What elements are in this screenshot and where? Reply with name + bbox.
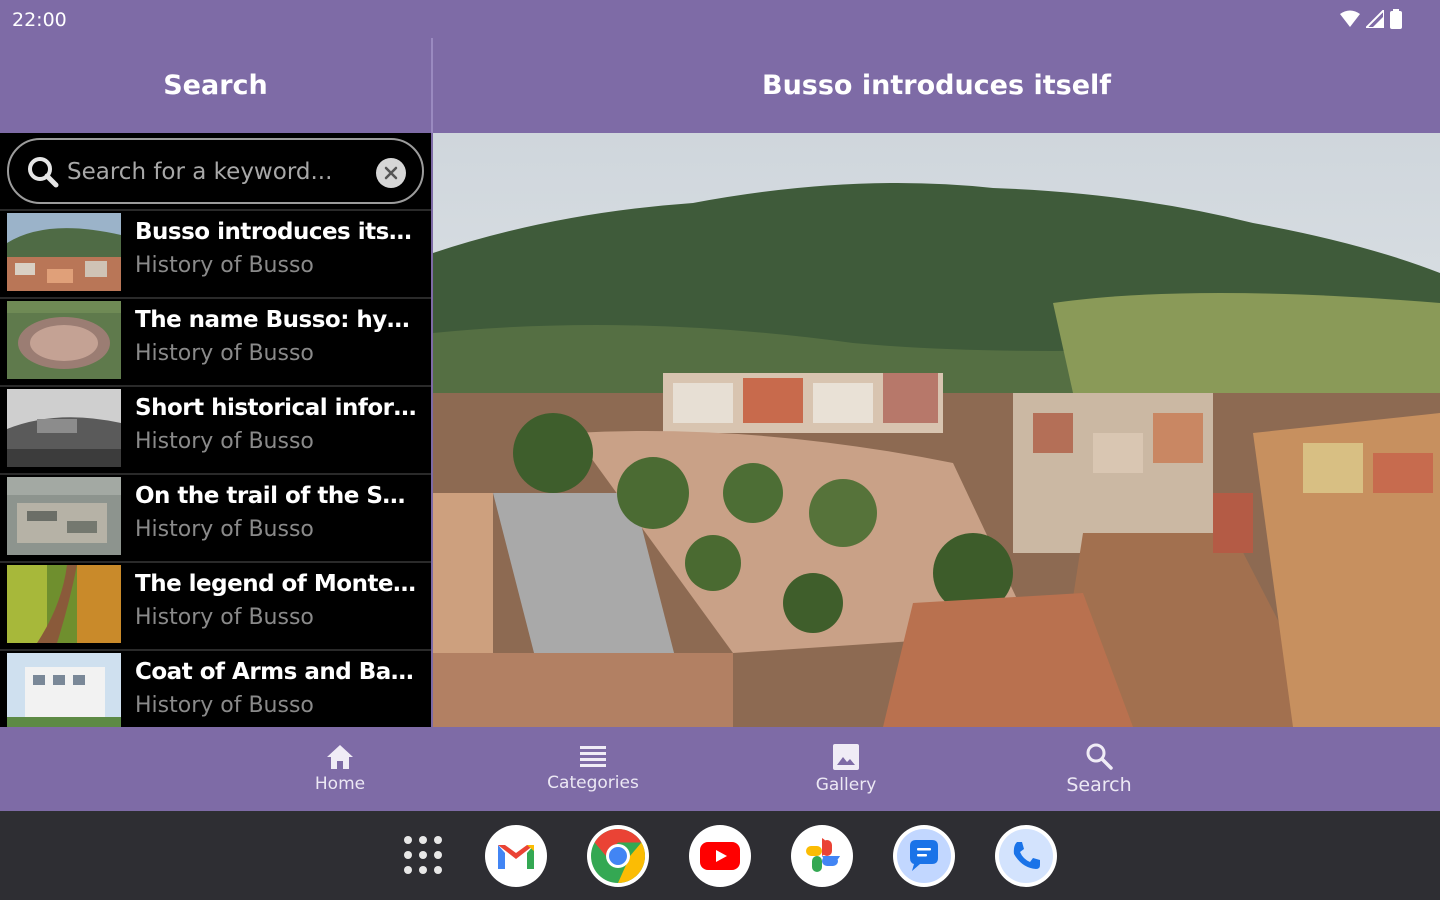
- detail-header: Busso introduces itself: [433, 38, 1440, 133]
- app-drawer-icon: [404, 836, 442, 874]
- item-subtitle: History of Busso: [135, 605, 314, 630]
- status-icons: [1340, 9, 1402, 29]
- clear-search-button[interactable]: [376, 158, 406, 188]
- item-title: On the trail of the Samni...: [135, 483, 420, 509]
- gmail-icon: [498, 845, 534, 869]
- item-title: Coat of Arms and Banner: [135, 659, 420, 685]
- thumbnail-image: [7, 301, 121, 379]
- list-item[interactable]: Short historical informat... History of …: [0, 385, 431, 473]
- wifi-icon: [1340, 10, 1360, 27]
- search-panel: Busso introduces itself History of Busso…: [0, 133, 431, 727]
- item-subtitle: History of Busso: [135, 429, 314, 454]
- thumbnail-image: [7, 477, 121, 555]
- item-title: Busso introduces itself: [135, 219, 420, 245]
- app-drawer-button[interactable]: [403, 835, 443, 880]
- list-item[interactable]: Busso introduces itself History of Busso: [0, 209, 431, 297]
- results-list: Busso introduces itself History of Busso…: [0, 209, 431, 727]
- close-icon: [384, 166, 398, 180]
- detail-header-title: Busso introduces itself: [761, 70, 1112, 101]
- status-time: 22:00: [12, 9, 67, 31]
- chrome-icon: [591, 829, 646, 883]
- taskbar: [0, 811, 1440, 900]
- thumbnail-image: [7, 653, 121, 727]
- phone-icon: [999, 829, 1053, 883]
- bottom-navigation: Home Categories Gallery Search: [0, 727, 1440, 811]
- image-icon: [833, 744, 859, 770]
- search-header-title: Search: [163, 70, 268, 101]
- search-icon: [1086, 743, 1113, 770]
- signal-icon: [1366, 10, 1384, 28]
- nav-gallery-label: Gallery: [815, 775, 877, 795]
- list-item[interactable]: On the trail of the Samni... History of …: [0, 473, 431, 561]
- hero-image: [433, 133, 1440, 727]
- list-icon: [580, 746, 606, 767]
- item-subtitle: History of Busso: [135, 693, 314, 718]
- item-subtitle: History of Busso: [135, 253, 314, 278]
- item-title: Short historical informat...: [135, 395, 420, 421]
- thumbnail-image: [7, 565, 121, 643]
- phone-app[interactable]: [995, 825, 1057, 887]
- youtube-app[interactable]: [689, 825, 751, 887]
- nav-categories[interactable]: Categories: [513, 727, 673, 811]
- item-subtitle: History of Busso: [135, 341, 314, 366]
- list-item[interactable]: The name Busso: hypot... History of Buss…: [0, 297, 431, 385]
- search-icon: [28, 157, 59, 188]
- nav-home-label: Home: [314, 774, 366, 794]
- search-input[interactable]: [67, 150, 367, 194]
- item-title: The legend of Monte Vai...: [135, 571, 420, 597]
- search-header: Search: [0, 38, 431, 133]
- home-icon: [327, 745, 353, 769]
- list-item[interactable]: Coat of Arms and Banner History of Busso: [0, 649, 431, 727]
- chrome-app[interactable]: [587, 825, 649, 887]
- youtube-icon: [700, 842, 740, 870]
- nav-home[interactable]: Home: [260, 727, 420, 811]
- messages-icon: [897, 829, 951, 883]
- thumbnail-image: [7, 389, 121, 467]
- gmail-app[interactable]: [485, 825, 547, 887]
- nav-search[interactable]: Search: [1019, 727, 1179, 811]
- item-title: The name Busso: hypot...: [135, 307, 420, 333]
- photos-app[interactable]: [791, 825, 853, 887]
- battery-icon: [1390, 9, 1402, 29]
- status-bar: 22:00: [0, 0, 1440, 38]
- search-box[interactable]: [7, 138, 424, 204]
- messages-app[interactable]: [893, 825, 955, 887]
- thumbnail-image: [7, 213, 121, 291]
- nav-search-label: Search: [1066, 774, 1132, 796]
- item-subtitle: History of Busso: [135, 517, 314, 542]
- nav-categories-label: Categories: [547, 773, 639, 793]
- nav-gallery[interactable]: Gallery: [766, 727, 926, 811]
- photos-icon: [806, 838, 840, 872]
- list-item[interactable]: The legend of Monte Vai... History of Bu…: [0, 561, 431, 649]
